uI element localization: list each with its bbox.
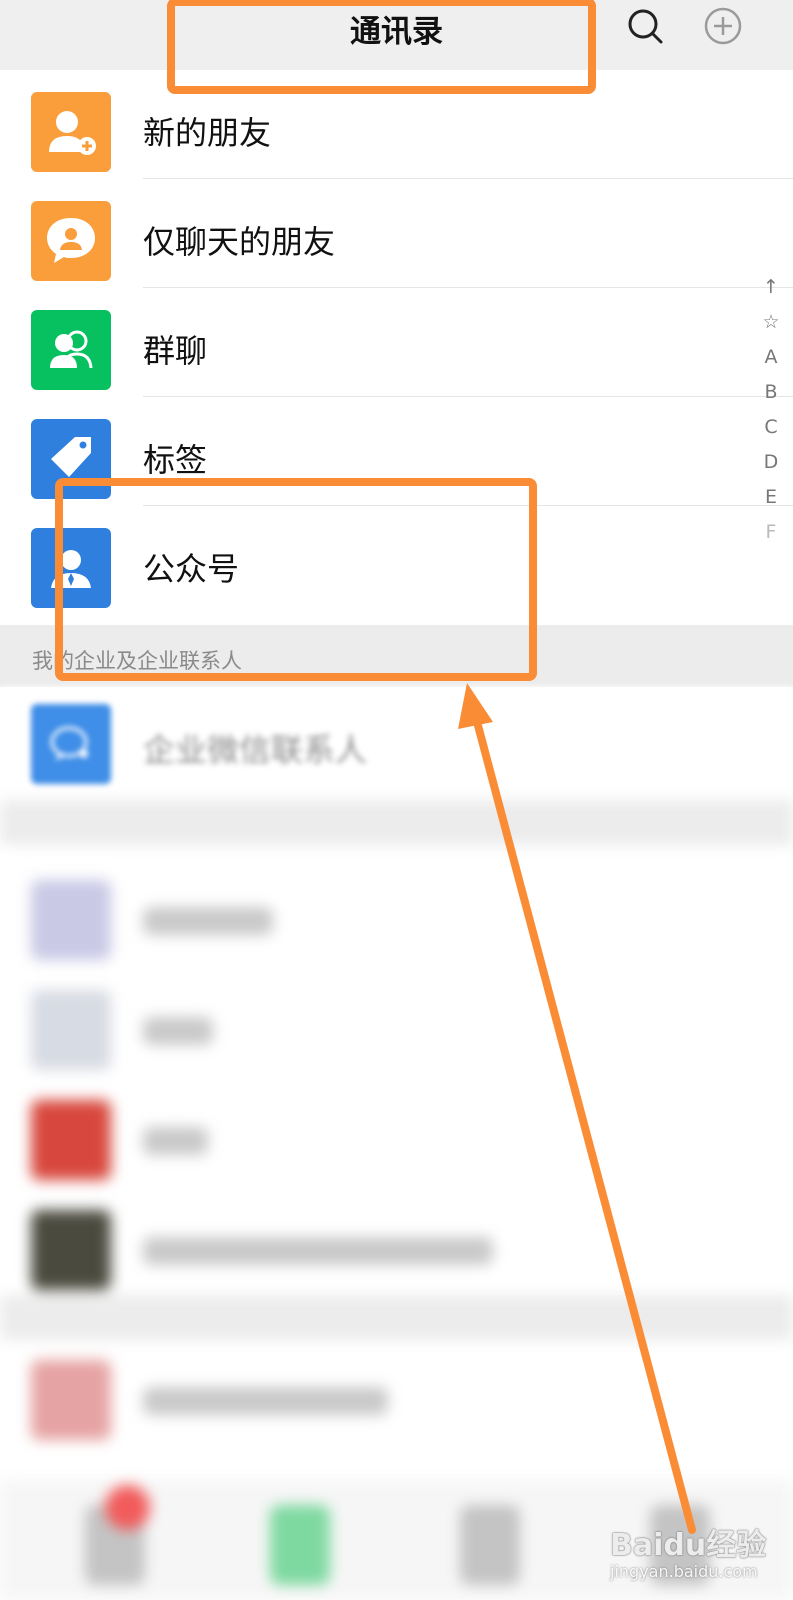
contact-row[interactable] xyxy=(0,1345,793,1455)
index-e[interactable]: E xyxy=(756,480,786,515)
section-header-label: 我的企业及企业联系人 xyxy=(32,649,242,673)
contact-row[interactable] xyxy=(0,1195,793,1305)
official-accounts-label: 公众号 xyxy=(143,550,240,588)
contact-name xyxy=(143,1387,388,1415)
watermark-url: jingyan.baidu.com xyxy=(610,1562,758,1581)
avatar xyxy=(31,990,111,1070)
group-chats-item[interactable]: 群聊 xyxy=(0,288,793,397)
tab-discover[interactable] xyxy=(460,1505,520,1585)
alphabet-index[interactable]: ↑ ☆ A B C D E F xyxy=(756,270,786,550)
add-friend-icon xyxy=(31,92,111,172)
avatar xyxy=(31,1210,111,1290)
tag-icon xyxy=(31,419,111,499)
avatar xyxy=(31,1100,111,1180)
contact-name xyxy=(143,1127,208,1155)
baidu-watermark: Baidu经验 jingyan.baidu.com xyxy=(610,1520,790,1590)
work-wechat-contacts-label: 企业微信联系人 xyxy=(143,731,368,769)
official-account-icon xyxy=(31,528,111,608)
group-chats-label: 群聊 xyxy=(143,332,208,370)
new-friends-label: 新的朋友 xyxy=(143,114,272,152)
index-up[interactable]: ↑ xyxy=(756,270,786,305)
navigation-bar: 通讯录 xyxy=(0,0,793,70)
index-c[interactable]: C xyxy=(756,410,786,445)
tab-contacts[interactable] xyxy=(270,1505,330,1585)
unread-badge xyxy=(105,1485,150,1530)
index-d[interactable]: D xyxy=(756,445,786,480)
tags-item[interactable]: 标签 xyxy=(0,397,793,506)
chat-only-friends-item[interactable]: 仅聊天的朋友 xyxy=(0,179,793,288)
avatar xyxy=(31,880,111,960)
index-f[interactable]: F xyxy=(756,515,786,550)
chat-only-friends-label: 仅聊天的朋友 xyxy=(143,223,336,261)
contact-row[interactable] xyxy=(0,1085,793,1195)
contact-name xyxy=(143,907,273,935)
letter-section-header xyxy=(0,800,793,845)
avatar xyxy=(31,1360,111,1440)
index-star[interactable]: ☆ xyxy=(756,305,786,340)
letter-section-header xyxy=(0,1295,793,1340)
search-icon[interactable] xyxy=(625,6,665,46)
contact-row[interactable] xyxy=(0,865,793,975)
plus-circle-icon[interactable] xyxy=(703,6,743,46)
official-accounts-item[interactable]: 公众号 xyxy=(0,506,793,615)
index-a[interactable]: A xyxy=(756,340,786,375)
contact-row[interactable] xyxy=(0,975,793,1085)
group-chat-icon xyxy=(31,310,111,390)
contact-name xyxy=(143,1017,213,1045)
page-title: 通讯录 xyxy=(350,14,443,50)
tags-label: 标签 xyxy=(143,441,208,479)
work-wechat-icon xyxy=(31,704,111,784)
chat-only-friend-icon xyxy=(31,201,111,281)
new-friends-item[interactable]: 新的朋友 xyxy=(0,70,793,179)
section-header: 我的企业及企业联系人 xyxy=(0,625,793,687)
work-wechat-contacts-item[interactable]: 企业微信联系人 xyxy=(0,687,793,796)
index-b[interactable]: B xyxy=(756,375,786,410)
watermark-brand: Baidu经验 xyxy=(610,1528,767,1563)
contact-name xyxy=(143,1237,493,1265)
